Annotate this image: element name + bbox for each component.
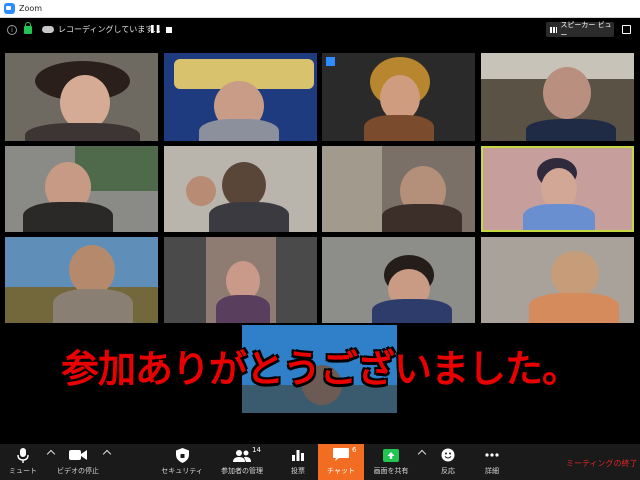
reactions-label: 反応 (441, 467, 455, 475)
video-tile[interactable] (164, 237, 317, 323)
recording-status: レコーディングしています... (58, 25, 161, 34)
pause-recording-icon[interactable]: ❚❚ (149, 24, 161, 33)
video-tile-active-speaker[interactable] (481, 146, 634, 232)
end-meeting-button[interactable]: ミーティングの終了 (566, 458, 638, 469)
share-screen-icon (383, 444, 399, 466)
zoom-logo-icon (4, 3, 15, 14)
video-tile[interactable] (164, 53, 317, 141)
participants-count: 14 (252, 446, 261, 454)
window-titlebar: Zoom (0, 0, 640, 18)
cloud-recording-icon (42, 26, 54, 33)
polling-label: 投票 (291, 467, 305, 475)
participants-icon (233, 444, 251, 466)
mute-label: ミュート (9, 467, 37, 475)
security-button[interactable]: セキュリティ (161, 444, 203, 480)
share-screen-button[interactable]: 画面を共有 (370, 444, 412, 480)
encryption-lock-icon[interactable] (24, 22, 32, 34)
video-tile[interactable] (322, 237, 475, 323)
thank-you-banner: 参加ありがとうございました。 (60, 347, 580, 391)
video-tile[interactable] (322, 146, 475, 232)
more-dots-icon (485, 444, 499, 466)
video-options-chevron-icon[interactable] (102, 449, 112, 459)
reactions-button[interactable]: 反応 (436, 444, 460, 480)
bar-chart-icon (292, 444, 304, 466)
speaker-view-button[interactable]: スピーカー ビュー (546, 20, 614, 39)
video-tile[interactable] (481, 237, 634, 323)
more-label: 詳細 (485, 467, 499, 475)
video-tile[interactable] (5, 237, 158, 323)
video-tile[interactable] (322, 53, 475, 141)
video-tile[interactable] (481, 53, 634, 141)
video-tile[interactable] (5, 146, 158, 232)
meeting-toolbar: ミュート ビデオの停止 セキュリティ 参加者の管理 14 投票 チャット 6 画… (0, 444, 640, 480)
video-tile[interactable] (164, 146, 317, 232)
speaker-view-label: スピーカー ビュー (560, 20, 612, 39)
meeting-top-bar: i レコーディングしています... ❚❚ (0, 19, 640, 41)
chat-label: チャット (327, 467, 355, 475)
grid-icon (550, 26, 558, 33)
microphone-icon (16, 444, 30, 466)
chat-bubble-icon (333, 444, 349, 466)
more-button[interactable]: 詳細 (480, 444, 504, 480)
chat-unread-count: 6 (352, 446, 357, 454)
mute-button[interactable]: ミュート (4, 444, 42, 480)
fullscreen-icon[interactable] (622, 25, 631, 34)
shield-icon (175, 444, 189, 466)
share-options-chevron-icon[interactable] (417, 449, 427, 459)
participants-label: 参加者の管理 (221, 467, 263, 475)
polling-button[interactable]: 投票 (284, 444, 312, 480)
video-tile[interactable] (5, 53, 158, 141)
meeting-info-icon[interactable]: i (7, 25, 17, 35)
stop-video-button[interactable]: ビデオの停止 (56, 444, 100, 480)
share-screen-label: 画面を共有 (373, 467, 409, 475)
audio-options-chevron-icon[interactable] (46, 449, 56, 459)
stop-recording-icon[interactable] (166, 27, 172, 33)
security-label: セキュリティ (161, 467, 203, 475)
window-title: Zoom (19, 4, 43, 13)
stop-video-label: ビデオの停止 (57, 467, 99, 475)
chat-button[interactable]: チャット (318, 444, 364, 480)
smiley-add-icon (441, 444, 455, 466)
video-camera-icon (69, 444, 87, 466)
